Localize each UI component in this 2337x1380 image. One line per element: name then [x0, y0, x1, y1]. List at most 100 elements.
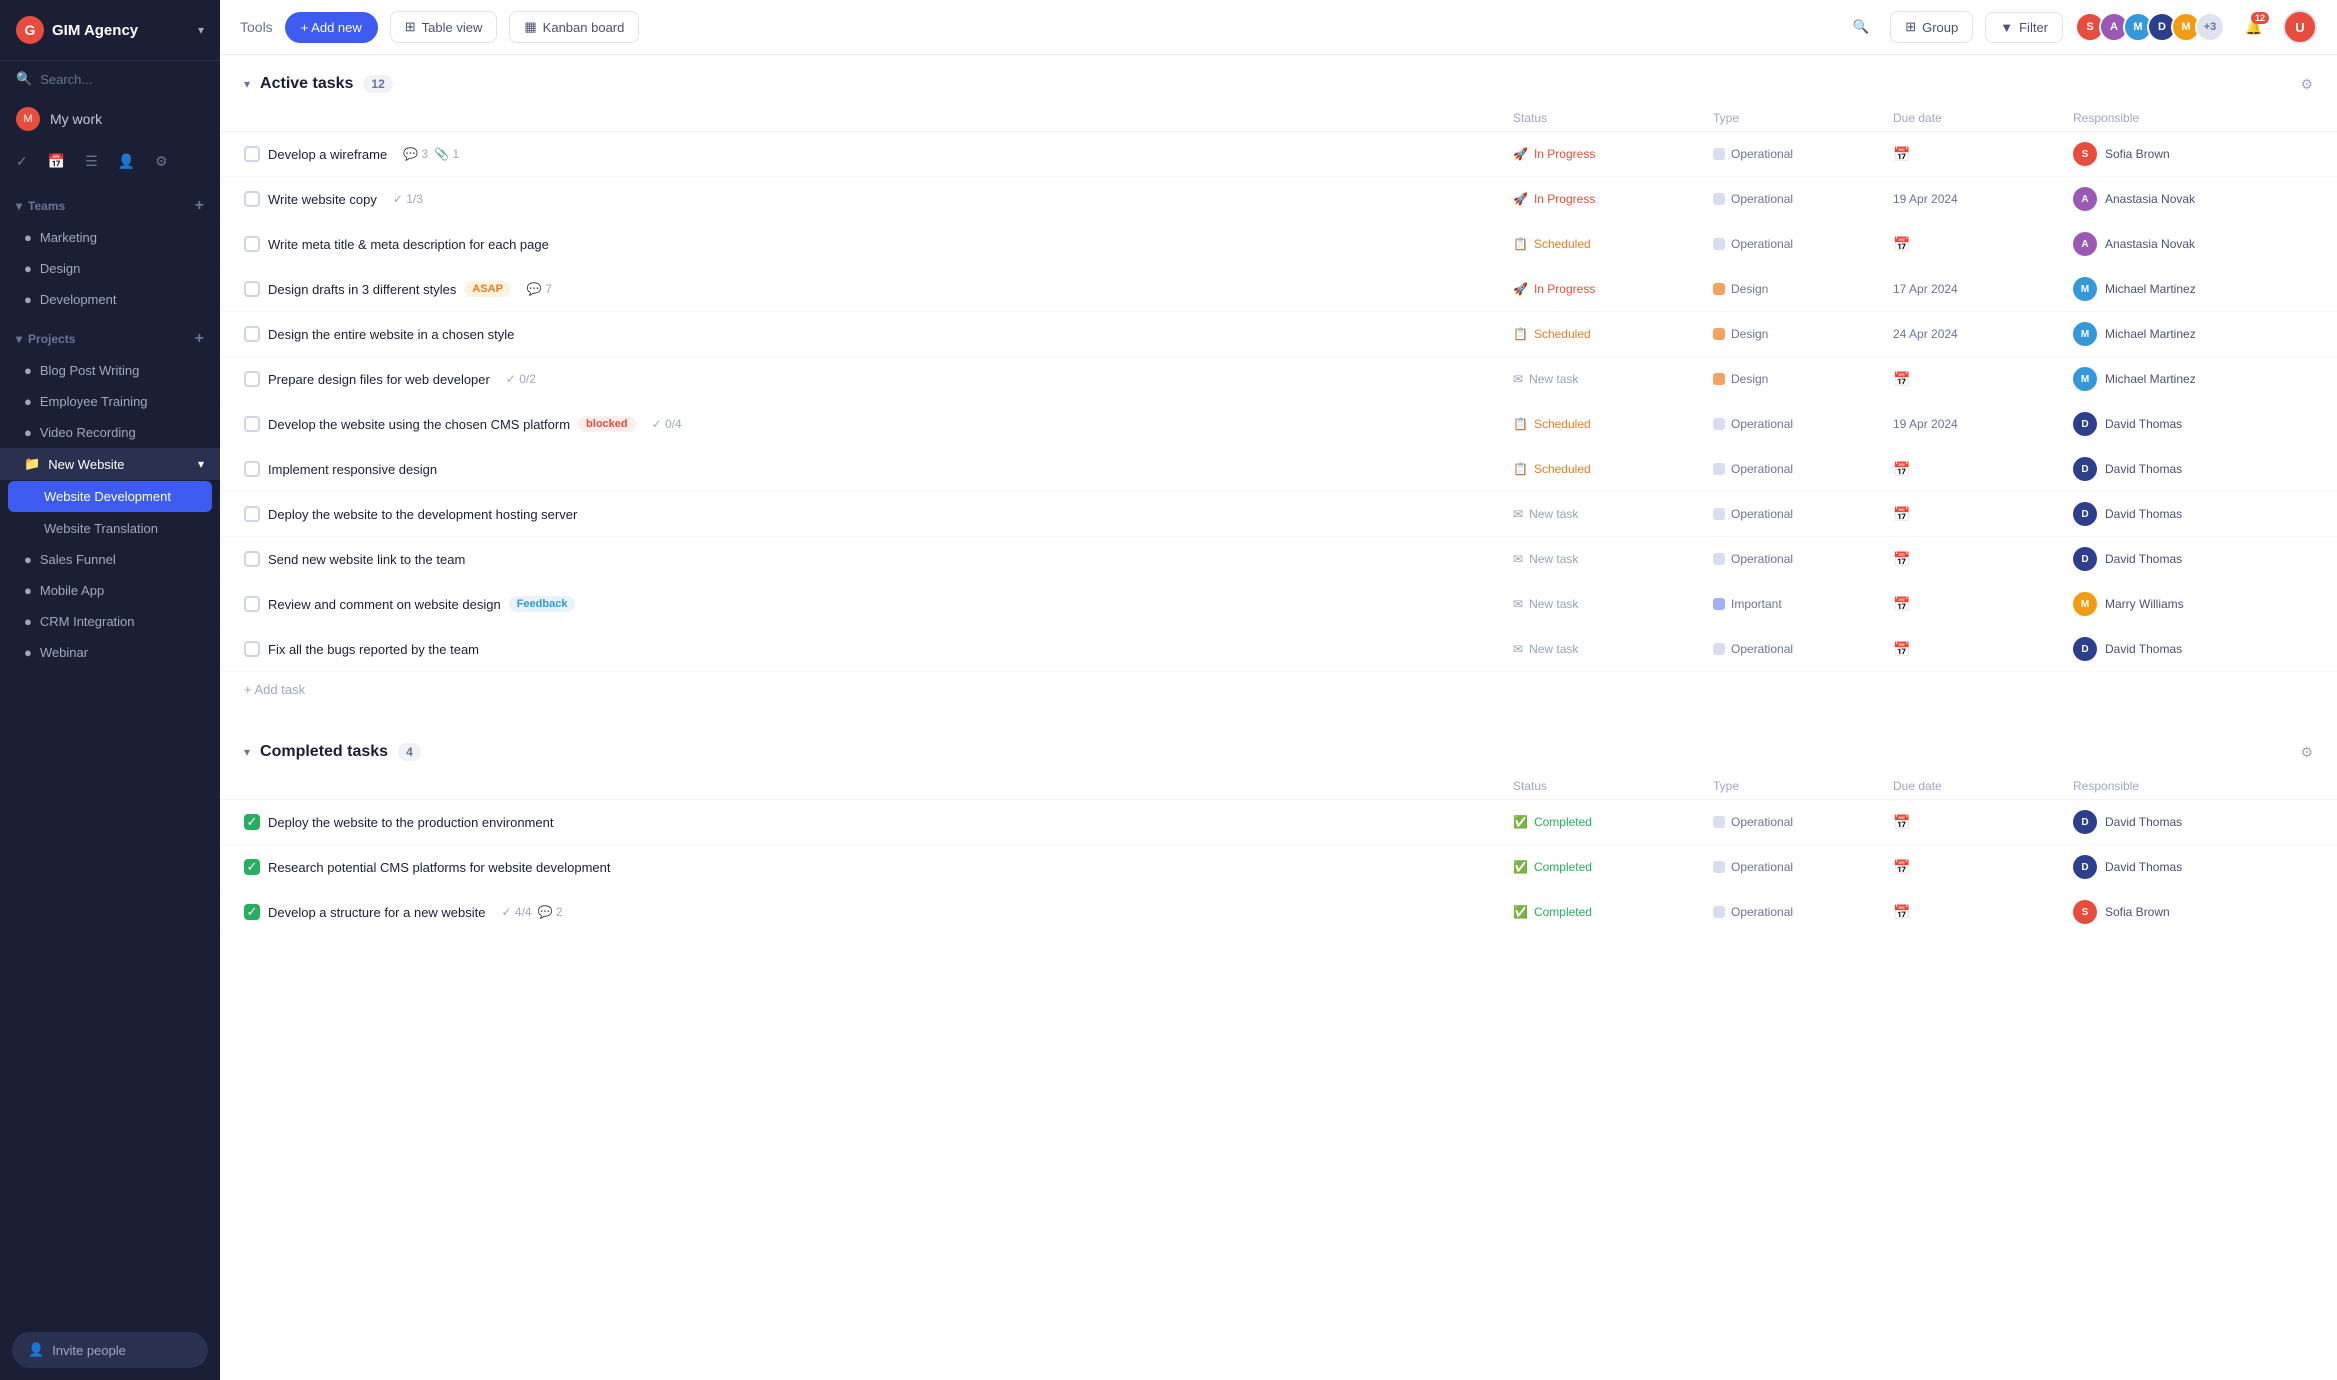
teams-add-button[interactable]: + [195, 198, 204, 214]
table-row[interactable]: Design the entire website in a chosen st… [220, 312, 2337, 357]
search-icon: 🔍 [16, 71, 32, 87]
teams-chevron-icon: ▾ [16, 199, 22, 213]
table-row[interactable]: Deploy the website to the development ho… [220, 492, 2337, 537]
search-icon: 🔍 [1853, 19, 1870, 35]
folder-icon: 📁 [24, 456, 40, 472]
sidebar-tool-person[interactable]: 👤 [110, 145, 143, 178]
completed-tasks-columns: Status Type Due date Responsible [220, 773, 2337, 800]
task-checkbox[interactable] [244, 596, 260, 612]
completed-tasks-header[interactable]: ▾ Completed tasks 4 ⚙ [220, 723, 2337, 773]
group-button[interactable]: ⊞ Group [1890, 11, 1973, 43]
sales-label: Sales Funnel [40, 552, 116, 567]
projects-add-button[interactable]: + [195, 331, 204, 347]
toolbar-actions: 🔍 ⊞ Group ▼ Filter S A M D M +3 🔔 12 [1844, 10, 2317, 44]
sidebar-item-development[interactable]: ● Development [0, 284, 220, 315]
sidebar-item-marketing[interactable]: ● Marketing [0, 222, 220, 253]
kanban-board-button[interactable]: ▦ Kanban board [509, 11, 639, 43]
sidebar-header[interactable]: G GIM Agency ▾ [0, 0, 220, 61]
task-checkbox[interactable]: ✓ [244, 814, 260, 830]
sidebar-item-design[interactable]: ● Design [0, 253, 220, 284]
table-view-icon: ⊞ [405, 19, 416, 35]
sidebar-item-sales-funnel[interactable]: ● Sales Funnel [0, 544, 220, 575]
sidebar-my-work[interactable]: M My work [0, 97, 220, 141]
table-row[interactable]: Develop a wireframe 💬 3 📎 1 🚀 In Progres… [220, 132, 2337, 177]
video-icon: ● [24, 425, 32, 440]
sidebar-item-mobile-app[interactable]: ● Mobile App [0, 575, 220, 606]
sidebar-item-website-translation[interactable]: Website Translation [0, 513, 220, 544]
table-row[interactable]: Design drafts in 3 different styles ASAP… [220, 267, 2337, 312]
active-tasks-header[interactable]: ▾ Active tasks 12 ⚙ [220, 55, 2337, 105]
task-checkbox[interactable] [244, 506, 260, 522]
sidebar-item-blog-post-writing[interactable]: ● Blog Post Writing [0, 355, 220, 386]
tools-label: Tools [240, 19, 273, 35]
sidebar-item-website-development[interactable]: Website Development [8, 481, 212, 512]
app-name: GIM Agency [52, 22, 138, 39]
task-checkbox[interactable] [244, 416, 260, 432]
task-checkbox[interactable] [244, 281, 260, 297]
task-checkbox[interactable] [244, 461, 260, 477]
webinar-label: Webinar [40, 645, 88, 660]
filter-button[interactable]: ▼ Filter [1985, 12, 2063, 43]
task-checkbox[interactable] [244, 191, 260, 207]
table-row[interactable]: Send new website link to the team ✉ New … [220, 537, 2337, 582]
table-row[interactable]: Prepare design files for web developer ✓… [220, 357, 2337, 402]
mobile-icon: ● [24, 583, 32, 598]
sidebar-item-video-recording[interactable]: ● Video Recording [0, 417, 220, 448]
notification-badge: 12 [2251, 12, 2269, 24]
teams-section-toggle[interactable]: ▾ Teams [16, 199, 65, 213]
completed-tasks-title: Completed tasks [260, 743, 388, 761]
sidebar-search[interactable]: 🔍 Search... [0, 61, 220, 97]
sidebar: G GIM Agency ▾ 🔍 Search... M My work ✓ 📅… [0, 0, 220, 1380]
completed-chevron-icon: ▾ [244, 745, 250, 759]
task-checkbox[interactable] [244, 551, 260, 567]
sidebar-tool-settings[interactable]: ⚙ [147, 145, 176, 178]
task-checkbox[interactable] [244, 146, 260, 162]
development-label: Development [40, 292, 117, 307]
team-avatars: S A M D M +3 [2075, 12, 2225, 42]
blog-icon: ● [24, 363, 32, 378]
add-new-button[interactable]: + Add new [285, 12, 378, 43]
task-checkbox[interactable] [244, 236, 260, 252]
user-avatar[interactable]: U [2283, 10, 2317, 44]
crm-icon: ● [24, 614, 32, 629]
content-area: ▾ Active tasks 12 ⚙ Status Type Due date… [220, 55, 2337, 1380]
sidebar-item-webinar[interactable]: ● Webinar [0, 637, 220, 668]
add-task-button[interactable]: + Add task [220, 672, 2337, 707]
table-view-button[interactable]: ⊞ Table view [390, 11, 498, 43]
table-row[interactable]: Implement responsive design 📋 Scheduled … [220, 447, 2337, 492]
search-button[interactable]: 🔍 [1844, 10, 1878, 44]
sidebar-tool-calendar[interactable]: 📅 [40, 145, 73, 178]
table-view-label: Table view [422, 20, 483, 35]
sidebar-item-new-website[interactable]: 📁 New Website ▾ [0, 448, 220, 480]
sidebar-item-crm-integration[interactable]: ● CRM Integration [0, 606, 220, 637]
search-label: Search... [40, 72, 92, 87]
active-tasks-section: ▾ Active tasks 12 ⚙ Status Type Due date… [220, 55, 2337, 707]
table-row[interactable]: ✓ Deploy the website to the production e… [220, 800, 2337, 845]
table-row[interactable]: Develop the website using the chosen CMS… [220, 402, 2337, 447]
task-checkbox[interactable]: ✓ [244, 859, 260, 875]
table-row[interactable]: Write meta title & meta description for … [220, 222, 2337, 267]
task-checkbox[interactable] [244, 326, 260, 342]
filter-label: Filter [2019, 20, 2048, 35]
sidebar-item-employee-training[interactable]: ● Employee Training [0, 386, 220, 417]
notification-button[interactable]: 🔔 12 [2237, 10, 2271, 44]
employee-label: Employee Training [40, 394, 148, 409]
video-label: Video Recording [40, 425, 136, 440]
invite-people-button[interactable]: 👤 Invite people [12, 1332, 208, 1368]
completed-tasks-settings-icon[interactable]: ⚙ [2300, 744, 2313, 761]
task-checkbox[interactable] [244, 371, 260, 387]
projects-section-toggle[interactable]: ▾ Projects [16, 332, 75, 346]
sidebar-tool-list[interactable]: ☰ [77, 145, 106, 178]
task-checkbox[interactable] [244, 641, 260, 657]
active-chevron-icon: ▾ [244, 77, 250, 91]
table-row[interactable]: Fix all the bugs reported by the team ✉ … [220, 627, 2337, 672]
filter-icon: ▼ [2000, 20, 2013, 35]
task-checkbox[interactable]: ✓ [244, 904, 260, 920]
table-row[interactable]: Write website copy ✓ 1/3 🚀 In Progress O… [220, 177, 2337, 222]
table-row[interactable]: Review and comment on website design Fee… [220, 582, 2337, 627]
sidebar-tool-check[interactable]: ✓ [8, 145, 36, 178]
active-tasks-settings-icon[interactable]: ⚙ [2300, 76, 2313, 93]
table-row[interactable]: ✓ Research potential CMS platforms for w… [220, 845, 2337, 890]
design-label: Design [40, 261, 80, 276]
table-row[interactable]: ✓ Develop a structure for a new website … [220, 890, 2337, 935]
